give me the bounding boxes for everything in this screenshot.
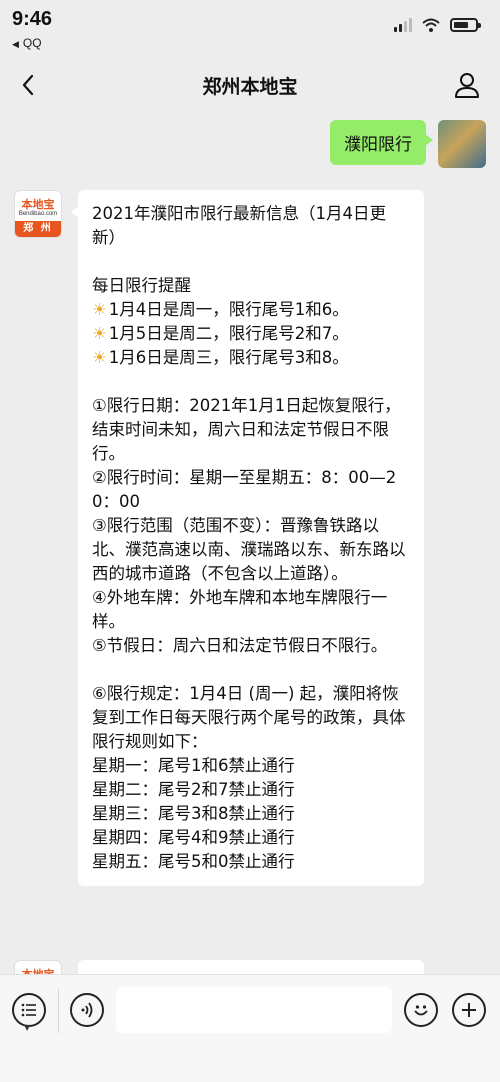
voice-icon[interactable] xyxy=(70,993,104,1027)
avatar-city-text: 郑 州 xyxy=(15,221,61,237)
cellular-signal-icon xyxy=(394,18,412,32)
next-incoming-message-row: 本地宝 xyxy=(14,960,424,974)
message-line: 星期一：尾号1和6禁止通行 xyxy=(92,756,295,775)
sun-icon: ☀ xyxy=(92,348,107,367)
message-gap xyxy=(92,250,410,274)
back-app-label: QQ xyxy=(22,36,42,50)
status-bar: 9:46 ◀ QQ xyxy=(0,0,500,58)
incoming-message-bubble[interactable] xyxy=(78,960,424,974)
bot-avatar[interactable]: 本地宝 xyxy=(14,960,62,974)
bot-avatar[interactable]: 本地宝 Bendibao.com 郑 州 xyxy=(14,190,62,238)
input-bar: ▼ xyxy=(0,974,500,1082)
message-line: 每日限行提醒 xyxy=(92,276,191,295)
menu-list-icon[interactable] xyxy=(12,993,46,1027)
outgoing-message-row: 濮阳限行 xyxy=(330,120,486,168)
emoji-icon[interactable] xyxy=(404,993,438,1027)
message-line: ☀ 1月5日是周二，限行尾号2和7。 xyxy=(92,324,349,343)
page-title: 郑州本地宝 xyxy=(202,76,298,98)
message-gap xyxy=(92,658,410,682)
sun-icon: ☀ xyxy=(92,324,107,343)
message-gap xyxy=(92,370,410,394)
message-line: ③限行范围（范围不变）：晋豫鲁铁路以北、濮范高速以南、濮瑞路以东、新东路以西的城… xyxy=(92,516,406,583)
plus-icon[interactable] xyxy=(452,993,486,1027)
battery-icon xyxy=(450,18,481,32)
sun-icon: ☀ xyxy=(92,300,107,319)
avatar-brand-text: 本地宝 xyxy=(15,966,61,974)
person-icon[interactable] xyxy=(452,70,482,100)
plus-sign-icon xyxy=(462,1003,476,1017)
status-time: 9:46 xyxy=(12,8,53,30)
menu-expand-arrow-icon: ▼ xyxy=(24,1023,31,1032)
message-line: ①限行日期：2021年1月1日起恢复限行，结束时间未知，周六日和法定节假日不限行… xyxy=(92,396,401,463)
avatar-brand-text: 本地宝 xyxy=(21,198,55,211)
message-line: 2021年濮阳市限行最新信息（1月4日更新） xyxy=(92,204,386,247)
chat-area[interactable]: 濮阳限行 本地宝 Bendibao.com 郑 州 2021年濮阳市限行最新信息… xyxy=(0,114,500,974)
message-line: 星期二：尾号2和7禁止通行 xyxy=(92,780,295,799)
back-to-app-link[interactable]: ◀ QQ xyxy=(12,36,42,50)
message-input[interactable] xyxy=(116,987,392,1033)
wifi-icon xyxy=(422,18,440,32)
nav-bar: 郑州本地宝 xyxy=(0,58,500,114)
avatar-url-text: Bendibao.com xyxy=(18,211,58,217)
message-line: 星期三：尾号3和8禁止通行 xyxy=(92,804,295,823)
divider xyxy=(58,989,59,1033)
message-line: 星期四：尾号4和9禁止通行 xyxy=(92,828,295,847)
menu-lines-icon xyxy=(21,1003,36,1017)
back-arrow-icon: ◀ xyxy=(12,39,19,49)
incoming-message-row: 本地宝 Bendibao.com 郑 州 2021年濮阳市限行最新信息（1月4日… xyxy=(14,190,424,886)
message-line: ②限行时间：星期一至星期五：8：00—20：00 xyxy=(92,468,397,511)
message-line: ⑤节假日：周六日和法定节假日不限行。 xyxy=(92,636,388,655)
sound-wave-icon xyxy=(81,1002,93,1018)
user-avatar[interactable] xyxy=(438,120,486,168)
message-line: ④外地车牌：外地车牌和本地车牌限行一样。 xyxy=(92,588,388,631)
message-line: ☀ 1月4日是周一，限行尾号1和6。 xyxy=(92,300,349,319)
outgoing-message-bubble[interactable]: 濮阳限行 xyxy=(330,120,433,165)
message-line: ☀ 1月6日是周三，限行尾号3和8。 xyxy=(92,348,349,367)
message-line: 星期五：尾号5和0禁止通行 xyxy=(92,852,295,871)
incoming-message-bubble[interactable]: 2021年濮阳市限行最新信息（1月4日更新） 每日限行提醒 ☀ 1月4日是周一，限… xyxy=(71,190,424,886)
message-line: ⑥限行规定：1月4日 (周一) 起，濮阳将恢复到工作日每天限行两个尾号的政策，具… xyxy=(92,684,406,751)
system-icons xyxy=(394,18,481,32)
smiley-face-icon xyxy=(414,1005,428,1016)
